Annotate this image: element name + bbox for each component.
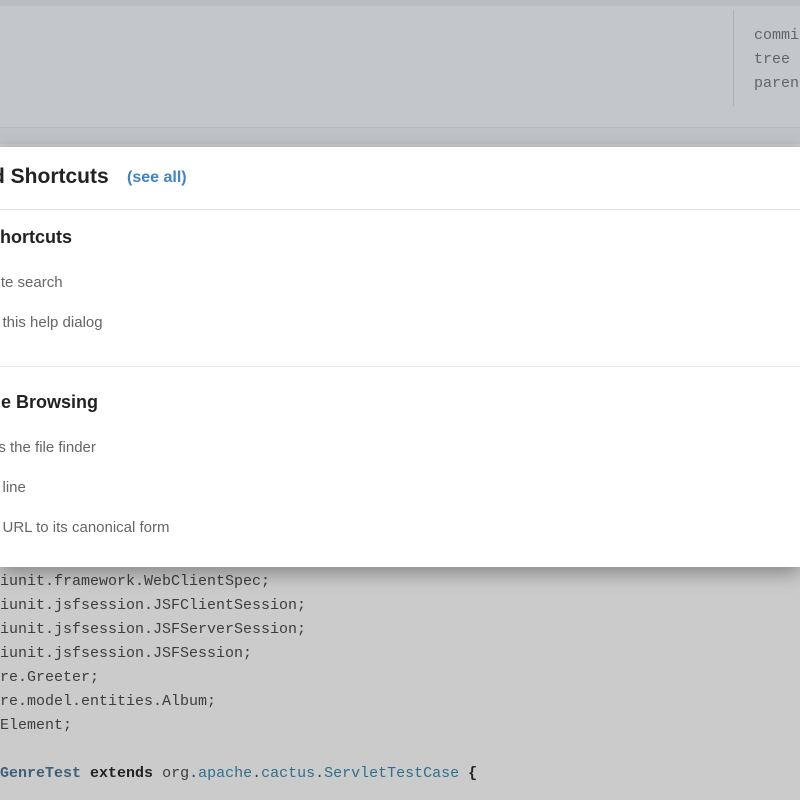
commit-meta-labels: commi tree paren xyxy=(754,24,799,96)
code-line: iunit.jsfsession.JSFSession; xyxy=(0,645,253,662)
extends-keyword: extends xyxy=(90,765,154,782)
commit-label: commi xyxy=(754,27,800,44)
section-heading-site: shortcuts xyxy=(0,227,73,247)
section-heading-source-browsing: de Browsing xyxy=(0,392,99,412)
tree-label: tree xyxy=(754,51,791,68)
shortcut-description: d URL to its canonical form xyxy=(0,519,170,536)
superclass-name: ServletTestCase xyxy=(324,765,460,782)
class-declaration-line: GenreTest extends org.apache.cactus.Serv… xyxy=(0,765,478,782)
code-line: iunit.jsfsession.JSFClientSession; xyxy=(0,597,307,614)
dialog-title: d Shortcuts xyxy=(0,165,109,188)
section-divider xyxy=(0,366,800,367)
keyboard-shortcuts-dialog: d Shortcuts (see all) shortcuts site sea… xyxy=(0,147,800,567)
parent-label: paren xyxy=(754,75,800,92)
code-line: iunit.jsfsession.JSFServerSession; xyxy=(0,621,307,638)
shortcut-description: o line xyxy=(0,479,26,496)
shortcut-description: es the file finder xyxy=(0,439,96,456)
class-name: GenreTest xyxy=(0,765,82,782)
code-line: re.Greeter; xyxy=(0,669,100,686)
commit-header: commi tree paren xyxy=(0,0,800,128)
shortcut-description: p this help dialog xyxy=(0,314,103,331)
shortcut-description: site search xyxy=(0,274,63,291)
header-strip xyxy=(0,128,800,144)
code-line: iunit.framework.WebClientSpec; xyxy=(0,573,271,590)
see-all-link[interactable]: (see all) xyxy=(127,169,187,187)
code-line: Element; xyxy=(0,717,73,734)
code-line: re.model.entities.Album; xyxy=(0,693,217,710)
header-top-border xyxy=(0,0,800,6)
meta-divider xyxy=(733,10,734,106)
dialog-header: d Shortcuts (see all) xyxy=(0,147,800,210)
